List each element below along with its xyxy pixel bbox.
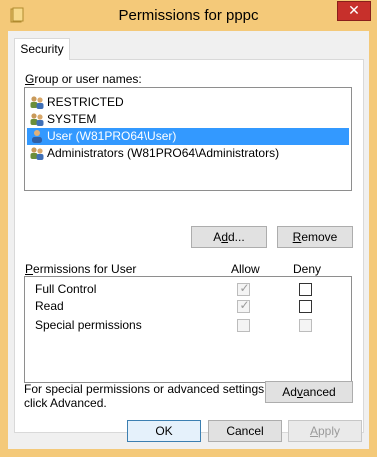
advanced-button[interactable]: Advanced [265, 381, 353, 403]
user-name: SYSTEM [47, 112, 97, 126]
permission-name: Special permissions [35, 318, 142, 332]
check-icon: ✓ [239, 281, 250, 295]
permissions-dialog: Permissions for pppc ✕ Security Group or… [0, 0, 377, 457]
user-name: RESTRICTED [47, 95, 124, 109]
security-tab-panel: Group or user names: RESTRICTED SYSTEM U… [14, 59, 364, 433]
group-icon [30, 147, 44, 160]
deny-special-permissions-checkbox[interactable] [299, 319, 312, 332]
allow-full-control-checkbox[interactable]: ✓ [237, 281, 250, 296]
list-item-user[interactable]: User (W81PRO64\User) [27, 128, 349, 145]
list-item-system[interactable]: SYSTEM [27, 111, 349, 128]
permission-name: Read [35, 299, 64, 313]
ok-button[interactable]: OK [127, 420, 201, 442]
window-title: Permissions for pppc [118, 7, 259, 24]
title-bar[interactable]: Permissions for pppc ✕ [0, 0, 377, 31]
user-name: Administrators (W81PRO64\Administrators) [47, 146, 280, 160]
list-item-administrators[interactable]: Administrators (W81PRO64\Administrators) [27, 145, 349, 162]
group-or-user-names-list[interactable]: RESTRICTED SYSTEM User (W81PRO64\User) A… [24, 87, 352, 191]
cancel-button[interactable]: Cancel [208, 420, 282, 442]
dialog-client-area: Security Group or user names: RESTRICTED [8, 31, 369, 449]
deny-full-control-checkbox[interactable] [299, 283, 312, 296]
permissions-list: Full Control ✓ Read ✓ Special permission… [24, 276, 352, 383]
group-or-user-names-label: Group or user names: [25, 72, 142, 86]
close-button[interactable]: ✕ [337, 1, 371, 21]
check-icon: ✓ [239, 298, 250, 312]
group-icon [30, 96, 44, 109]
allow-special-permissions-checkbox[interactable] [237, 319, 250, 332]
apply-button[interactable]: Apply [288, 420, 362, 442]
advanced-note-line1: For special permissions or advanced sett… [24, 382, 268, 396]
deny-column-header: Deny [293, 262, 322, 276]
remove-button[interactable]: Remove [277, 226, 353, 248]
advanced-note-line2: click Advanced. [24, 396, 107, 410]
list-item-restricted[interactable]: RESTRICTED [27, 94, 349, 111]
group-icon [30, 113, 44, 126]
user-icon [32, 130, 42, 143]
allow-read-checkbox[interactable]: ✓ [237, 298, 250, 313]
permissions-for-label: Permissions for User [25, 262, 137, 276]
deny-read-checkbox[interactable] [299, 300, 312, 313]
permission-name: Full Control [35, 282, 97, 296]
user-name: User (W81PRO64\User) [47, 129, 177, 143]
add-button[interactable]: Add... [191, 226, 267, 248]
allow-column-header: Allow [231, 262, 260, 276]
tab-security[interactable]: Security [14, 38, 70, 60]
